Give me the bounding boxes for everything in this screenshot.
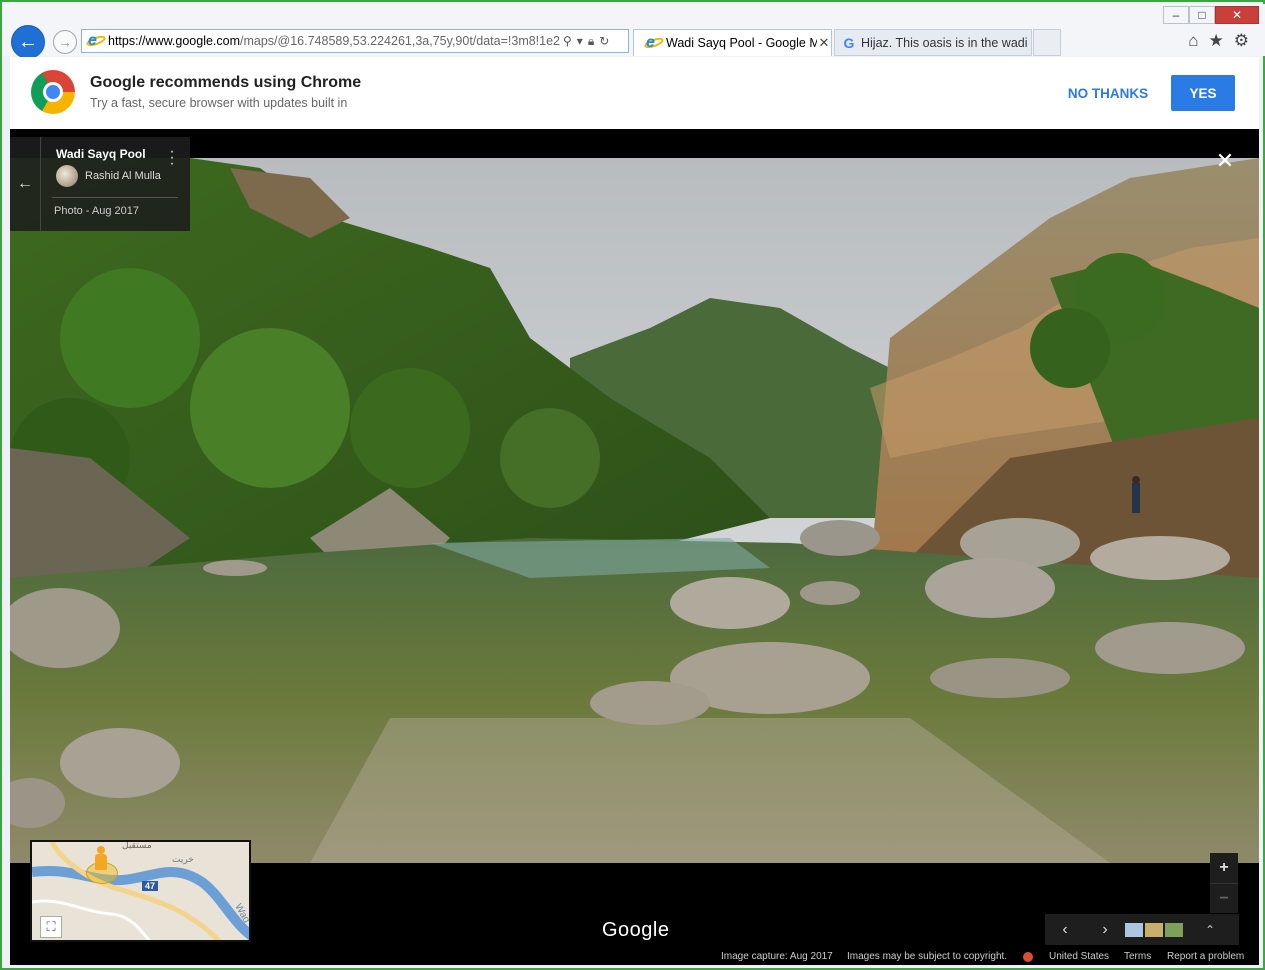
refresh-icon[interactable]: ↻ [599, 34, 609, 48]
wadi-landscape-image [10, 158, 1259, 863]
tab-hijaz[interactable]: G Hijaz. This oasis is in the wadi ... [834, 29, 1032, 56]
back-button[interactable]: ← [11, 25, 45, 59]
zoom-out-button[interactable]: − [1210, 883, 1238, 914]
close-viewer-icon[interactable]: ✕ [1213, 148, 1237, 173]
new-tab-button[interactable] [1033, 29, 1061, 56]
banner-subtitle: Try a fast, secure browser with updates … [90, 96, 348, 110]
browser-window: – □ ✕ ← → e https://www.google.com/maps/… [0, 0, 1265, 970]
info-back-button[interactable]: ← [10, 137, 41, 231]
url-path: /maps/@16.748589,53.224261,3a,75y,90t/da… [240, 34, 560, 48]
home-icon[interactable]: ⌂ [1188, 31, 1198, 51]
zoom-controls: + − [1210, 853, 1238, 913]
region-link[interactable]: United States [1049, 951, 1109, 962]
photo-thumbnail[interactable] [1125, 922, 1143, 937]
minimap[interactable]: مستقبل خريت Wad 47 ⛶ [30, 840, 251, 942]
photo-strip-controls: ‹ › ⌃ [1045, 914, 1239, 945]
dropdown-icon[interactable]: ▾ [577, 34, 583, 48]
road-number: 47 [142, 881, 159, 891]
tab-label: Wadi Sayq Pool - Google M... [666, 36, 817, 50]
google-watermark: Google [602, 919, 670, 941]
lock-icon[interactable]: 🔒︎ [588, 34, 594, 49]
banner-title: Google recommends using Chrome [90, 74, 362, 91]
close-tab-icon[interactable]: ✕ [817, 35, 831, 51]
photo-info-card: ← Wadi Sayq Pool Rashid Al Mulla · · · Pho… [10, 137, 190, 231]
yes-button[interactable]: YES [1171, 75, 1235, 111]
search-icon[interactable]: ⚲ [563, 34, 572, 48]
google-g-icon: G [843, 34, 855, 51]
map-label: خريت [172, 854, 194, 864]
minimize-button[interactable]: – [1163, 6, 1189, 24]
window-controls: – □ ✕ [1163, 6, 1259, 24]
divider [52, 197, 178, 198]
panorama-photo[interactable] [10, 158, 1259, 863]
no-thanks-button[interactable]: NO THANKS [1055, 75, 1161, 111]
ie-tab-icon: e [643, 35, 665, 51]
arrow-left-icon: ← [18, 30, 38, 53]
tab-wadi-sayq[interactable]: e Wadi Sayq Pool - Google M... ✕ [633, 29, 832, 56]
pegman-icon[interactable] [94, 846, 108, 872]
photo-thumbnail[interactable] [1165, 922, 1183, 937]
url-domain: https://www.google.com [108, 34, 241, 48]
author-name[interactable]: Rashid Al Mulla [85, 170, 161, 182]
author-avatar[interactable] [56, 165, 78, 187]
forward-button[interactable]: → [53, 30, 77, 54]
more-options-icon[interactable]: · · · [166, 144, 178, 172]
arrow-right-icon: → [58, 34, 72, 50]
photo-viewer: ← Wadi Sayq Pool Rashid Al Mulla · · · Pho… [10, 129, 1259, 965]
photo-date: Photo - Aug 2017 [54, 205, 140, 217]
url-text[interactable]: https://www.google.com/maps/@16.748589,5… [108, 34, 560, 48]
viewer-footer: Image capture: Aug 2017 Images may be su… [10, 949, 1259, 965]
place-title[interactable]: Wadi Sayq Pool [56, 147, 146, 161]
copyright-notice: Images may be subject to copyright. [847, 951, 1008, 962]
google-plus-icon[interactable] [1023, 952, 1033, 962]
previous-photo-button[interactable]: ‹ [1045, 921, 1085, 939]
expand-map-icon[interactable]: ⛶ [40, 916, 62, 938]
address-bar[interactable]: e https://www.google.com/maps/@16.748589… [81, 29, 629, 53]
report-problem-link[interactable]: Report a problem [1167, 951, 1244, 962]
image-capture-date: Image capture: Aug 2017 [721, 951, 833, 962]
settings-gear-icon[interactable]: ⚙ [1234, 31, 1249, 51]
minimap-roads [32, 842, 249, 940]
next-photo-button[interactable]: › [1085, 921, 1125, 939]
terms-link[interactable]: Terms [1124, 951, 1151, 962]
chrome-recommendation-banner: Google recommends using Chrome Try a fas… [10, 57, 1259, 129]
photo-thumbnail[interactable] [1145, 922, 1163, 937]
zoom-in-button[interactable]: + [1210, 853, 1238, 883]
map-label: مستقبل [122, 840, 152, 850]
chrome-logo-icon [31, 70, 75, 114]
maximize-button[interactable]: □ [1189, 6, 1215, 24]
tab-label: Hijaz. This oasis is in the wadi ... [861, 35, 1031, 50]
toolbar-right-icons: ⌂ ★ ⚙ [1188, 31, 1249, 51]
expand-strip-icon[interactable]: ⌃ [1205, 923, 1215, 937]
arrow-left-icon: ← [17, 175, 33, 192]
ie-logo-icon: e [85, 33, 107, 49]
favorites-star-icon[interactable]: ★ [1209, 31, 1224, 51]
close-window-button[interactable]: ✕ [1215, 6, 1259, 24]
